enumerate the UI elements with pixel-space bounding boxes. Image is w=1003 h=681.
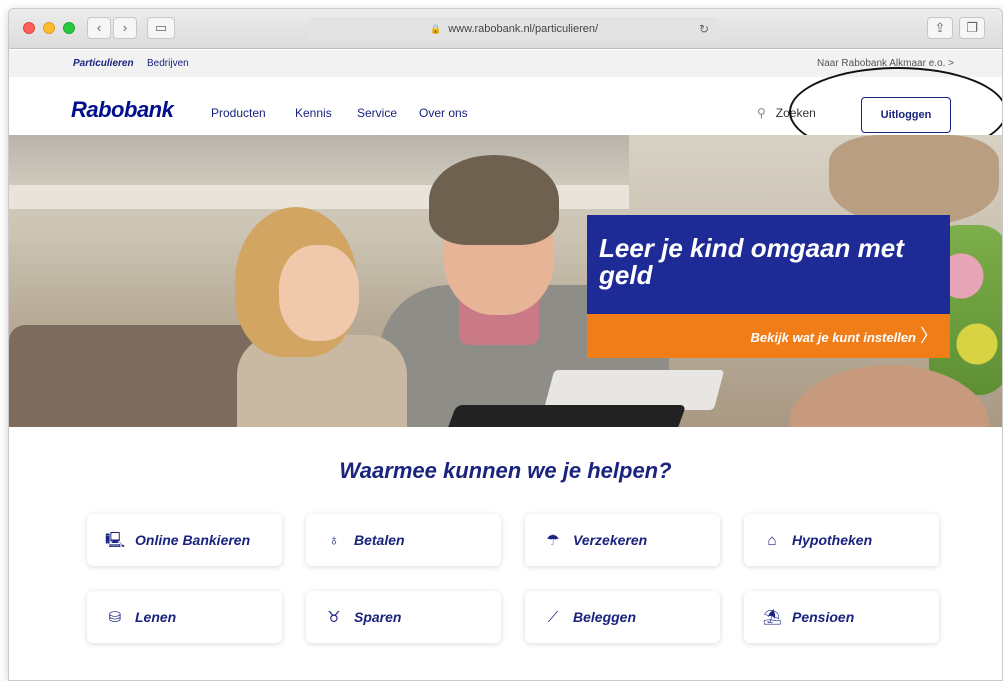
hero-laptop: [543, 370, 725, 410]
tile-label: Hypotheken: [792, 532, 873, 548]
tile-label: Lenen: [135, 609, 177, 625]
lock-icon: 🔒: [429, 24, 442, 34]
segment-bedrijven[interactable]: Bedrijven: [147, 58, 189, 69]
nav-item-over-ons[interactable]: Over ons: [419, 106, 468, 120]
nav-item-producten[interactable]: Producten: [211, 106, 266, 120]
minimize-window-button[interactable]: [43, 22, 55, 34]
search-link[interactable]: ⚲ Zoeken: [757, 106, 816, 120]
tile-verzekeren[interactable]: ☂ Verzekeren: [525, 514, 720, 566]
tile-label: Beleggen: [573, 609, 637, 625]
tile-label: Sparen: [354, 609, 402, 625]
reload-icon[interactable]: ↻: [699, 17, 709, 41]
hero-banner: Leer je kind omgaan met geld Bekijk wat …: [9, 135, 1002, 427]
umbrella-icon: ☂: [546, 532, 560, 549]
main-navbar: Rabobank Producten Kennis Service Over o…: [9, 77, 1002, 135]
beach-umbrella-icon: ⛱: [762, 609, 782, 626]
tile-sparen[interactable]: ♉ Sparen: [306, 591, 501, 643]
hero-laptop-dark: [441, 405, 687, 427]
chart-icon: ⟋: [547, 609, 559, 626]
tile-lenen[interactable]: ⛁ Lenen: [87, 591, 282, 643]
tile-betalen[interactable]: ♁ Betalen: [306, 514, 501, 566]
hero-girl-face: [279, 245, 359, 341]
close-window-button[interactable]: [23, 22, 35, 34]
browser-window: ‹ › ▭ 🔒 www.rabobank.nl/particulieren/ ↻…: [8, 8, 1003, 681]
sidebar-icon[interactable]: ▭: [147, 17, 175, 39]
tile-label: Online Bankieren: [135, 532, 251, 548]
tabs-icon[interactable]: ❐: [959, 17, 985, 39]
nav-item-service[interactable]: Service: [357, 106, 397, 120]
segment-strip: Particulieren Bedrijven Naar Rabobank Al…: [9, 50, 1002, 77]
chevron-right-icon: 〉: [920, 326, 938, 346]
promo-cta[interactable]: Bekijk wat je kunt instellen 〉: [587, 314, 950, 358]
url-text: www.rabobank.nl/particulieren/: [448, 23, 599, 35]
address-bar[interactable]: 🔒 www.rabobank.nl/particulieren/ ↻: [309, 17, 719, 41]
hero-vase: [829, 135, 999, 225]
segment-particulieren[interactable]: Particulieren: [73, 58, 134, 69]
search-label: Zoeken: [775, 106, 816, 120]
tile-label: Pensioen: [792, 609, 855, 625]
house-icon: ⌂: [767, 532, 777, 549]
tile-online-bankieren[interactable]: 🖳 Online Bankieren: [87, 514, 282, 566]
logout-button[interactable]: Uitloggen: [861, 97, 951, 133]
piggybank-icon: ♉: [327, 609, 341, 626]
tile-beleggen[interactable]: ⟋ Beleggen: [525, 591, 720, 643]
search-icon: ⚲: [757, 106, 766, 120]
back-icon[interactable]: ‹: [87, 17, 111, 39]
hero-man-hair: [429, 155, 559, 245]
promo-cta-label: Bekijk wat je kunt instellen: [750, 330, 916, 345]
promo-headline: Leer je kind omgaan met geld: [587, 215, 950, 314]
nav-item-kennis[interactable]: Kennis: [295, 106, 332, 120]
tile-label: Verzekeren: [573, 532, 648, 548]
tile-pensioen[interactable]: ⛱ Pensioen: [744, 591, 939, 643]
maximize-window-button[interactable]: [63, 22, 75, 34]
forward-icon[interactable]: ›: [113, 17, 137, 39]
rabobank-logo[interactable]: Rabobank: [71, 97, 174, 123]
help-title: Waarmee kunnen we je helpen?: [339, 458, 672, 483]
browser-toolbar: ‹ › ▭ 🔒 www.rabobank.nl/particulieren/ ↻…: [9, 9, 1002, 49]
laptop-icon: 🖳: [105, 532, 126, 549]
coins-icon: ⛁: [108, 609, 122, 626]
branch-link[interactable]: Naar Rabobank Alkmaar e.o. >: [817, 58, 954, 69]
tile-label: Betalen: [354, 532, 405, 548]
wallet-icon: ♁: [328, 532, 340, 549]
promo-card[interactable]: Leer je kind omgaan met geld Bekijk wat …: [587, 215, 950, 358]
share-icon[interactable]: ⇪: [927, 17, 953, 39]
tile-hypotheken[interactable]: ⌂ Hypotheken: [744, 514, 939, 566]
